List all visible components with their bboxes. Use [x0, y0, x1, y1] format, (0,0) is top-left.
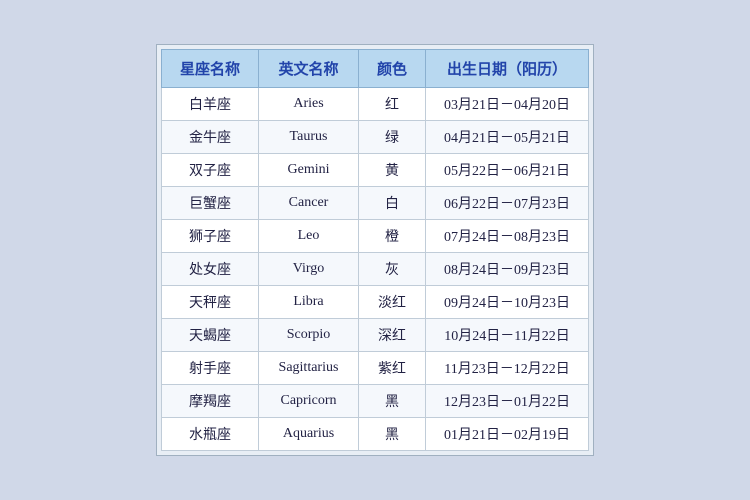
- cell-color: 黑: [359, 418, 426, 451]
- cell-color: 紫红: [359, 352, 426, 385]
- cell-date: 01月21日－02月19日: [426, 418, 589, 451]
- table-row: 天秤座Libra淡红09月24日－10月23日: [161, 286, 588, 319]
- cell-date: 07月24日－08月23日: [426, 220, 589, 253]
- cell-chinese: 狮子座: [161, 220, 258, 253]
- cell-chinese: 处女座: [161, 253, 258, 286]
- cell-english: Aquarius: [259, 418, 359, 451]
- cell-chinese: 巨蟹座: [161, 187, 258, 220]
- table-row: 天蝎座Scorpio深红10月24日－11月22日: [161, 319, 588, 352]
- cell-color: 红: [359, 88, 426, 121]
- cell-chinese: 金牛座: [161, 121, 258, 154]
- table-body: 白羊座Aries红03月21日－04月20日金牛座Taurus绿04月21日－0…: [161, 88, 588, 451]
- table-row: 金牛座Taurus绿04月21日－05月21日: [161, 121, 588, 154]
- cell-color: 灰: [359, 253, 426, 286]
- cell-chinese: 白羊座: [161, 88, 258, 121]
- cell-english: Capricorn: [259, 385, 359, 418]
- cell-color: 绿: [359, 121, 426, 154]
- table-row: 双子座Gemini黄05月22日－06月21日: [161, 154, 588, 187]
- table-row: 射手座Sagittarius紫红11月23日－12月22日: [161, 352, 588, 385]
- cell-chinese: 水瓶座: [161, 418, 258, 451]
- table-row: 狮子座Leo橙07月24日－08月23日: [161, 220, 588, 253]
- cell-chinese: 天蝎座: [161, 319, 258, 352]
- table-row: 白羊座Aries红03月21日－04月20日: [161, 88, 588, 121]
- cell-color: 深红: [359, 319, 426, 352]
- cell-english: Cancer: [259, 187, 359, 220]
- cell-color: 橙: [359, 220, 426, 253]
- cell-chinese: 双子座: [161, 154, 258, 187]
- cell-date: 03月21日－04月20日: [426, 88, 589, 121]
- zodiac-table-container: 星座名称 英文名称 颜色 出生日期（阳历） 白羊座Aries红03月21日－04…: [156, 44, 594, 456]
- table-row: 摩羯座Capricorn黑12月23日－01月22日: [161, 385, 588, 418]
- cell-date: 09月24日－10月23日: [426, 286, 589, 319]
- cell-date: 08月24日－09月23日: [426, 253, 589, 286]
- header-english: 英文名称: [259, 50, 359, 88]
- cell-date: 10月24日－11月22日: [426, 319, 589, 352]
- cell-date: 11月23日－12月22日: [426, 352, 589, 385]
- header-date: 出生日期（阳历）: [426, 50, 589, 88]
- cell-english: Aries: [259, 88, 359, 121]
- zodiac-table: 星座名称 英文名称 颜色 出生日期（阳历） 白羊座Aries红03月21日－04…: [161, 49, 589, 451]
- table-row: 处女座Virgo灰08月24日－09月23日: [161, 253, 588, 286]
- cell-chinese: 射手座: [161, 352, 258, 385]
- table-header-row: 星座名称 英文名称 颜色 出生日期（阳历）: [161, 50, 588, 88]
- cell-english: Scorpio: [259, 319, 359, 352]
- cell-chinese: 摩羯座: [161, 385, 258, 418]
- cell-date: 05月22日－06月21日: [426, 154, 589, 187]
- cell-color: 白: [359, 187, 426, 220]
- cell-chinese: 天秤座: [161, 286, 258, 319]
- cell-color: 黄: [359, 154, 426, 187]
- cell-date: 12月23日－01月22日: [426, 385, 589, 418]
- cell-date: 04月21日－05月21日: [426, 121, 589, 154]
- cell-english: Virgo: [259, 253, 359, 286]
- cell-color: 淡红: [359, 286, 426, 319]
- cell-english: Leo: [259, 220, 359, 253]
- cell-english: Sagittarius: [259, 352, 359, 385]
- cell-english: Gemini: [259, 154, 359, 187]
- table-row: 水瓶座Aquarius黑01月21日－02月19日: [161, 418, 588, 451]
- cell-english: Taurus: [259, 121, 359, 154]
- cell-color: 黑: [359, 385, 426, 418]
- cell-english: Libra: [259, 286, 359, 319]
- table-row: 巨蟹座Cancer白06月22日－07月23日: [161, 187, 588, 220]
- header-chinese: 星座名称: [161, 50, 258, 88]
- cell-date: 06月22日－07月23日: [426, 187, 589, 220]
- header-color: 颜色: [359, 50, 426, 88]
